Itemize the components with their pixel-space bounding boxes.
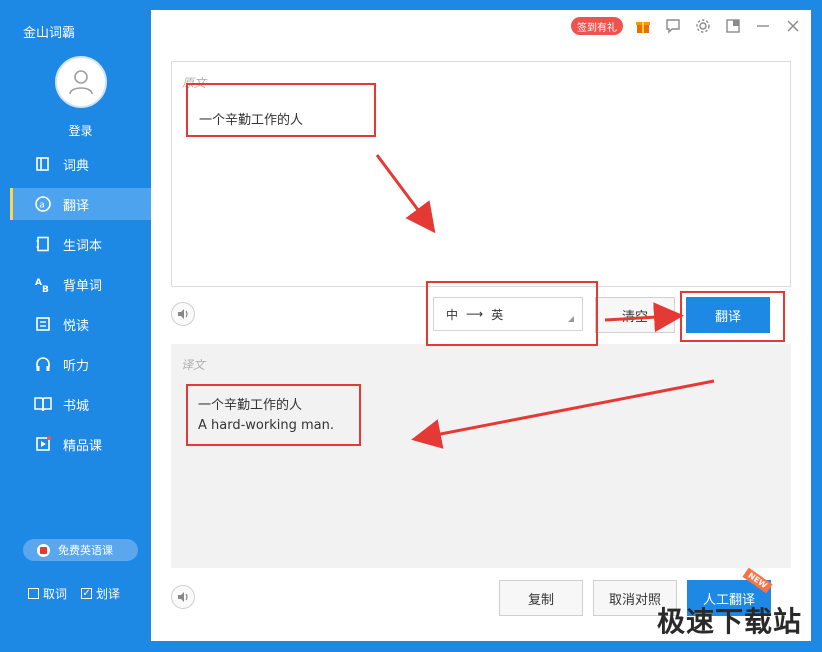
watermark: 极速下载站 [656,605,802,638]
annotation-arrow-right [604,302,684,333]
annotation-arrows [375,154,715,449]
app-window: 金山词霸 登录 词典 a 翻译 生词本 A B 背单词 悦读 听力 书城 精品课… [0,0,822,652]
annotation-arrow-left [411,379,715,449]
annotation-arrow-down [375,154,436,234]
